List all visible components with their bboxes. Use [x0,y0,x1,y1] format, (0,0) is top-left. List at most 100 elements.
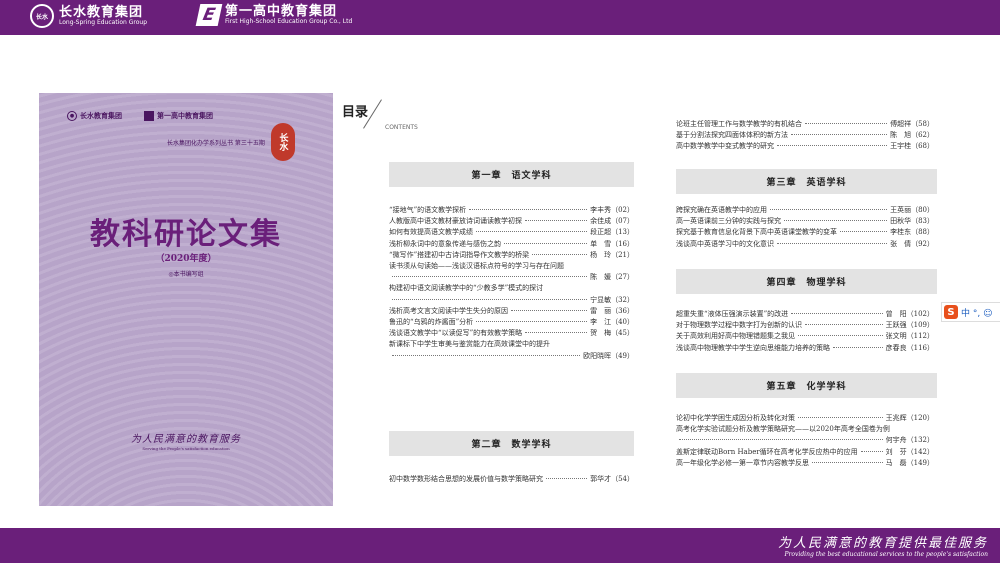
toc-entry[interactable]: 人教版高中语文教材豪放诗词诵读教学初探 余佳成（07） [389,216,634,227]
toc-entry[interactable]: 浅谈语文教学中“以读促写”的有效教学策略 贺 梅（45） [389,328,634,339]
entry-author-page: 段正超（13） [590,228,634,237]
entry-author-page: 马 磊（149） [885,458,934,467]
entry-author-page: 陈 旭（62） [890,131,934,140]
toc-entry[interactable]: 论初中化学学困生成因分析及转化对策 王兆辉（120） [676,413,934,424]
chapter-1-list: “接地气”的语文教学探析 李丰秀（02） 人教版高中语文教材豪放诗词诵读教学初探 余… [389,205,634,362]
entry-author-page: 何宇舟（132） [885,436,934,445]
chapter-4-list: 超重失重“液体压强演示装置”的改进 曾 阳（102） 对于物理数学过程中数字打为创… [676,309,934,354]
entry-author-page: 王宇桂（68） [890,142,934,151]
cover-logo2-text: 第一高中教育集团 [157,112,213,120]
ime-mode-indicators[interactable]: 中 °, ☺ [961,306,992,319]
chapter-1-header: 第一章 语文学科 [389,162,634,187]
entry-author-page: 张 倩（92） [890,239,934,248]
toc-entry[interactable]: 新课标下中学生审美与鉴赏能力在高效课堂中的提升 欧阳晓晖（49） [389,339,634,361]
cover-title: 教科研论文集 [90,217,282,252]
entry-title: 构建初中语文阅读教学中的“少教多学”模式的探讨 [389,284,544,293]
sogou-logo-icon[interactable]: S [944,305,958,319]
entry-author-page: 刘 芬（142） [885,447,934,456]
entry-title: 高考化学实验试题分析及教学策略研究——以2020年高考全国卷为例 [676,425,890,434]
chapter-2-list: 初中数学数形结合思想的发展价值与数学策略研究 郭华才（54） [389,474,634,485]
toc-entry[interactable]: 跨探究确在英语教学中的应用 王英丽（80） [676,205,934,216]
toc-entry[interactable]: 探究基于教育信息化背景下高中英语课堂教学的变革 李桂东（88） [676,227,934,238]
ime-toolbar[interactable]: S 中 °, ☺ [941,302,1000,322]
toc-entry[interactable]: 浅析高考文言文阅读中学生失分的原因 雷 丽（36） [389,306,634,317]
toc-heading: 目录 [342,105,369,120]
toc-entry[interactable]: 初中数学数形结合思想的发展价值与数学策略研究 郭华才（54） [389,474,634,485]
toc-entry[interactable]: 超重失重“液体压强演示装置”的改进 曾 阳（102） [676,309,934,320]
entry-author-page: 贺 梅（45） [590,329,634,338]
brand-longspring: 长水 长水教育集团 Long-Spring Education Group [30,4,147,28]
toc-entry[interactable]: 盖斯定律联动Born Haber循环在高考化学反应热中的应用 刘 芬（142） [676,447,934,458]
entry-author-page: 王跃强（109） [885,321,934,330]
entry-author-page: 傅超祥（58） [890,120,934,128]
brand2-english: First High-School Education Group Co., L… [225,17,353,25]
entry-title: 浅谈高中英语学习中的文化意识 [676,239,774,248]
toc-entry[interactable]: “微写作”搭建初中古诗词指导作文教学的桥梁 杨 玲（21） [389,250,634,261]
entry-author-page: 彦春良（116） [885,343,934,352]
toc-entry[interactable]: 构建初中语文阅读教学中的“少教多学”模式的探讨 宁显敏（32） [389,283,634,305]
toc-entry[interactable]: 高一年级化学必修一第一章节内容教学反思 马 磊（149） [676,458,934,469]
cover-logo-longspring: ● 长水教育集团 [67,111,122,121]
entry-title: 人教版高中语文教材豪放诗词诵读教学初探 [389,217,522,226]
entry-title: 盖斯定律联动Born Haber循环在高考化学反应热中的应用 [676,447,858,456]
cover-seal: 长水 [271,123,295,161]
entry-title: 浅谈语文教学中“以读促写”的有效教学策略 [389,329,523,338]
toc-entry[interactable]: 论班主任管理工作与数学教学的有机结合 傅超祥（58） [676,119,934,130]
book-cover: ● 长水教育集团 第一高中教育集团 长水集团化办学系列丛书 第三十五期 长水 教科… [39,93,333,506]
cover-year: （2020年度） [155,254,217,264]
cover-logo-first-high: 第一高中教育集团 [144,111,213,121]
toc-entry[interactable]: 浅析柳永词中的意象传递与感伤之韵 单 雪（16） [389,239,634,250]
toc-entry[interactable]: 对于物理数学过程中数字打为创新的认识 王跃强（109） [676,320,934,331]
cover-motto-english: Serving the People's satisfaction educat… [142,446,230,451]
footer-slogan-english: Providing the best educational services … [784,551,988,558]
toc-entry[interactable]: 基于分割法探究四面体体积的新方法 陈 旭（62） [676,130,934,141]
entry-title: 初中数学数形结合思想的发展价值与数学策略研究 [389,475,543,483]
toc-subheading: CONTENTS [385,124,418,131]
brand-first-high-school: E 第一高中教育集团 First High-School Education G… [195,3,353,26]
longspring-logo-icon: ● [67,111,77,121]
entry-author-page: 曾 阳（102） [885,310,934,318]
entry-title: 浅析高考文言文阅读中学生失分的原因 [389,306,508,315]
entry-title: 如何有效提高语文教学成绩 [389,228,473,237]
brand2-name: 第一高中教育集团 [225,3,338,19]
entry-author-page: 张文明（112） [885,332,934,341]
entry-author-page: 欧阳晓晖（49） [583,351,634,360]
toc-entry[interactable]: 浅谈高中英语学习中的文化意识 张 倩（92） [676,239,934,250]
entry-title: 探究基于教育信息化背景下高中英语课堂教学的变革 [676,228,837,237]
toc-entry[interactable]: 如何有效提高语文教学成绩 段正超（13） [389,227,634,238]
entry-author-page: 陈 媛（27） [590,273,634,282]
first-high-logo-icon [144,111,154,121]
cover-motto: 为人民满意的教育服务 [131,434,241,445]
toc-entry[interactable]: 高一英语课前三分钟的实践与探究 田秋华（83） [676,216,934,227]
brand1-name: 长水教育集团 [59,4,144,20]
entry-title: 论初中化学学困生成因分析及转化对策 [676,414,795,422]
entry-title: 高一英语课前三分钟的实践与探究 [676,217,781,226]
entry-title: 浅谈高中物理教学中学生逆向思维能力培养的策略 [676,343,830,352]
cover-logo1-text: 长水教育集团 [80,112,122,120]
entry-author-page: 余佳成（07） [590,217,634,226]
chapter-5-list: 论初中化学学困生成因分析及转化对策 王兆辉（120） 高考化学实验试题分析及教学策… [676,413,934,469]
chapter-4-header: 第四章 物理学科 [676,269,937,294]
entry-title: 论班主任管理工作与数学教学的有机结合 [676,120,802,128]
toc-entry[interactable]: “接地气”的语文教学探析 李丰秀（02） [389,205,634,216]
entry-title: 关于高效利用好高中物理错题集之我见 [676,332,795,341]
toc-entry[interactable]: 关于高效利用好高中物理错题集之我见 张文明（112） [676,331,934,342]
entry-author-page: 雷 丽（36） [590,306,634,315]
chapter-5-header: 第五章 化学学科 [676,373,937,398]
footer-bar: 为人民满意的教育提供最佳服务 Providing the best educat… [0,528,1000,563]
toc-entry[interactable]: 浅谈高中物理教学中学生逆向思维能力培养的策略 彦春良（116） [676,343,934,354]
entry-title: 高一年级化学必修一第一章节内容教学反思 [676,458,809,467]
header-bar: 长水 长水教育集团 Long-Spring Education Group E … [0,0,1000,35]
entry-title: 对于物理数学过程中数字打为创新的认识 [676,321,802,330]
brand1-english: Long-Spring Education Group [59,18,147,26]
entry-author-page: 王英丽（80） [890,206,934,214]
toc-entry[interactable]: 高中数学教学中变式教学的研究 王宇桂（68） [676,141,934,152]
toc-entry[interactable]: 鲁迅的“乌鸦的炸酱面”分析 李 江（40） [389,317,634,328]
toc-entry[interactable]: 读书须从句读始——浅谈汉语标点符号的学习与存在问题 陈 媛（27） [389,261,634,283]
entry-author-page: 郭华才（54） [590,475,634,483]
entry-title: 超重失重“液体压强演示装置”的改进 [676,310,789,318]
toc-entry[interactable]: 高考化学实验试题分析及教学策略研究——以2020年高考全国卷为例 何宇舟（132… [676,424,934,446]
cover-editor: ◎本书编写组 [168,271,204,278]
chapter-2-header: 第二章 数学学科 [389,431,634,456]
entry-title: 新课标下中学生审美与鉴赏能力在高效课堂中的提升 [389,340,550,349]
